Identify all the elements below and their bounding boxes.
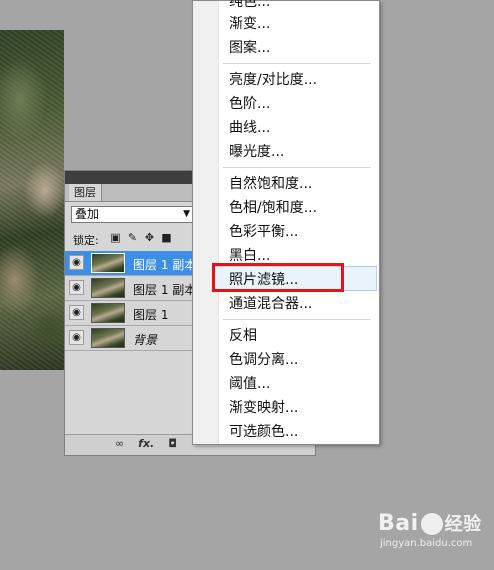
layer-name: 图层 1 副本 <box>133 283 197 297</box>
layer-name: 图层 1 <box>133 308 169 322</box>
menu-item-black-white[interactable]: 黑白... <box>229 248 270 264</box>
menu-item-pattern[interactable]: 图案... <box>229 40 270 56</box>
menu-separator <box>223 63 371 64</box>
eye-icon[interactable]: ◉ <box>69 255 84 270</box>
menu-item-hue-saturation[interactable]: 色相/饱和度... <box>229 200 317 216</box>
mask-icon[interactable]: ◘ <box>168 437 177 450</box>
menu-item-exposure[interactable]: 曝光度... <box>229 144 284 160</box>
blend-mode-select[interactable]: 叠加 ▼ <box>71 206 193 223</box>
paw-icon <box>420 513 443 535</box>
chevron-down-icon: ▼ <box>183 209 190 219</box>
menu-item-threshold[interactable]: 阈值... <box>229 376 270 392</box>
menu-separator <box>223 319 371 320</box>
layer-name: 图层 1 副本 <box>133 258 197 272</box>
lock-transparent-icon[interactable]: ▣ <box>109 231 122 244</box>
link-icon[interactable]: ∞ <box>115 437 124 450</box>
panel-bottom-icons: ∞ fx. ◘ <box>115 437 177 450</box>
eye-icon[interactable]: ◉ <box>69 330 84 345</box>
adjustment-menu: 纯色... 渐变... 图案... 亮度/对比度... 色阶... 曲线... … <box>192 0 380 445</box>
red-highlight-box <box>212 263 344 292</box>
blend-mode-value: 叠加 <box>75 207 100 221</box>
watermark-logo: Bai 经验 <box>378 511 482 536</box>
layer-thumbnail <box>91 303 125 323</box>
layer-thumbnail <box>91 328 125 348</box>
menu-item-color-balance[interactable]: 色彩平衡... <box>229 224 298 240</box>
menu-item-channel-mixer[interactable]: 通道混合器... <box>229 296 312 312</box>
lock-all-icon[interactable]: ■ <box>160 231 173 244</box>
menu-separator <box>223 167 371 168</box>
fx-icon[interactable]: fx. <box>138 437 154 450</box>
lock-label: 锁定: <box>73 234 99 247</box>
eye-icon[interactable]: ◉ <box>69 305 84 320</box>
lock-brush-icon[interactable]: ✎ <box>126 231 139 244</box>
menu-item-levels[interactable]: 色阶... <box>229 96 270 112</box>
layer-thumbnail <box>91 253 125 273</box>
lock-move-icon[interactable]: ✥ <box>143 231 156 244</box>
layer-name: 背景 <box>133 333 158 347</box>
menu-item-invert[interactable]: 反相 <box>229 328 257 344</box>
menu-item-gradient-map[interactable]: 渐变映射... <box>229 400 298 416</box>
lock-icons: ▣ ✎ ✥ ■ <box>109 231 173 244</box>
watermark-url: jingyan.baidu.com <box>380 538 473 549</box>
menu-item-gradient[interactable]: 渐变... <box>229 16 270 32</box>
tab-layers[interactable]: 图层 <box>69 184 102 201</box>
menu-item-selective-color[interactable]: 可选颜色... <box>229 424 298 440</box>
menu-item-posterize[interactable]: 色调分离... <box>229 352 298 368</box>
canvas-image <box>0 30 64 370</box>
menu-item-curves[interactable]: 曲线... <box>229 120 270 136</box>
menu-item-vibrance[interactable]: 自然饱和度... <box>229 176 312 192</box>
menu-item-brightness-contrast[interactable]: 亮度/对比度... <box>229 72 317 88</box>
menu-item-solid-color[interactable]: 纯色... <box>229 0 270 10</box>
watermark: Bai 经验 jingyan.baidu.com <box>378 510 488 560</box>
menu-icon-strip <box>193 1 219 444</box>
eye-icon[interactable]: ◉ <box>69 280 84 295</box>
layer-thumbnail <box>91 278 125 298</box>
